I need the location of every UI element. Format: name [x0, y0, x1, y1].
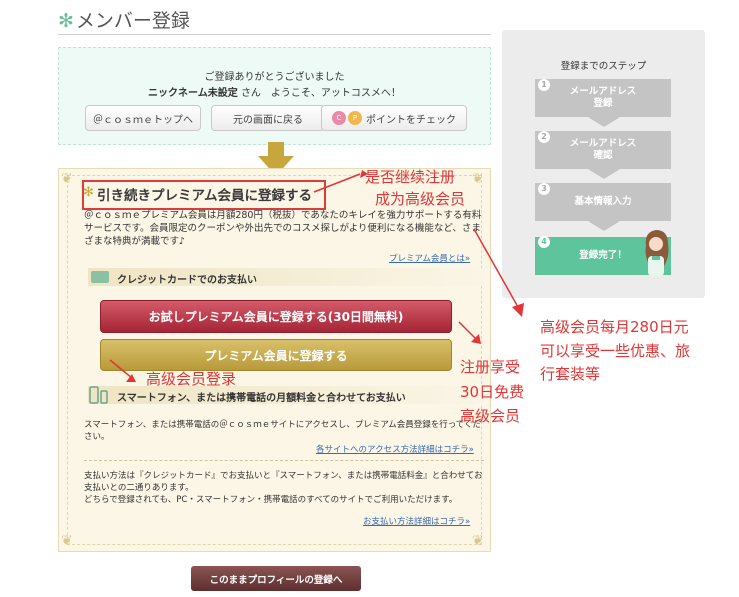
annotation-continue-2: 成为高级会员 — [375, 190, 466, 208]
title-star-icon: ✻ — [58, 10, 74, 32]
page-title: ✻ メンバー登録 — [58, 6, 190, 33]
premium-description: ＠ｃｏｓｍｅプレミアム会員は月額280円（税抜）であなたのキレイを強力サポートす… — [84, 210, 482, 247]
smartphone-icon — [89, 386, 108, 404]
phone-payment-label: スマートフォン、または携帯電話の月額料金と合わせてお支払い — [117, 393, 406, 404]
corner-ornament-icon: ❦ — [472, 533, 484, 549]
annotation-arrow-icon — [109, 359, 136, 382]
step-number: 3 — [538, 183, 550, 195]
annotation-arrow-icon — [473, 228, 524, 317]
welcome-greeting-text: さん ようこそ、アットコスメへ！ — [240, 88, 401, 99]
check-points-button[interactable]: C P ポイントをチェック — [321, 105, 467, 131]
mascot-girl-icon — [645, 230, 669, 276]
welcome-box: ご登録ありがとうございました ニックネーム未設定 さん ようこそ、アットコスメへ… — [58, 47, 491, 145]
annotation-trial-1: 注册享受 — [460, 358, 521, 376]
step-arrow-icon — [588, 221, 620, 231]
welcome-greeting: ニックネーム未設定 さん ようこそ、アットコスメへ！ — [59, 84, 490, 99]
title-divider — [58, 34, 491, 35]
annotation-monthly-2: 可以享受一些优惠、旅 — [540, 342, 691, 360]
step-label: メールアドレス — [569, 138, 637, 149]
step-email-confirmation: メールアドレス 確認 — [535, 131, 671, 169]
annotation-monthly-3: 行套装等 — [540, 365, 601, 383]
step-label: メールアドレス — [569, 86, 637, 97]
payment-method-link[interactable]: お支払い方法詳細はコチラ» — [363, 515, 470, 527]
back-to-previous-button[interactable]: 元の画面に戻る — [211, 105, 325, 131]
step-number: 1 — [538, 79, 550, 91]
step-email-registration: メールアドレス 登録 — [535, 79, 671, 117]
step-label: 登録 — [593, 98, 613, 109]
credit-card-label: クレジットカードでのお支払い — [117, 275, 257, 286]
phone-payment-description: スマートフォン、または携帯電話の＠ｃｏｓｍｅサイトにアクセスし、プレミアム会員登… — [84, 420, 482, 442]
page-title-text: メンバー登録 — [75, 10, 190, 32]
step-arrow-icon — [588, 117, 620, 127]
corner-ornament-icon: ❦ — [472, 171, 484, 187]
step-number: 2 — [538, 131, 550, 143]
premium-heading: 引き続きプレミアム会員に登録する — [97, 188, 313, 204]
annotation-login: 高级会员登录 — [146, 370, 237, 388]
annotation-arrow-icon — [313, 170, 368, 193]
step-label: 確認 — [593, 150, 613, 161]
credit-card-icon — [91, 271, 109, 283]
annotation-continue-1: 是否继续注册 — [365, 168, 456, 186]
section-divider — [84, 460, 484, 461]
check-points-label: ポイントをチェック — [366, 114, 456, 126]
coupon-icon: C — [332, 111, 346, 125]
corner-ornament-icon: ❦ — [61, 171, 73, 187]
step-number: 4 — [538, 236, 550, 248]
annotation-arrow-icon — [458, 321, 481, 344]
trial-premium-button[interactable]: お試しプレミアム会員に登録する(30日間無料) — [100, 300, 452, 333]
nickname: ニックネーム未設定 — [148, 88, 238, 99]
step-label: 登録完了！ — [579, 250, 627, 261]
steps-title: 登録までのステップ — [560, 61, 647, 72]
about-premium-link[interactable]: プレミアム会員とは» — [389, 252, 470, 264]
annotation-trial-3: 高级会员 — [460, 407, 521, 425]
heading-star-icon: ✻ — [83, 185, 94, 200]
step-basic-info: 基本情報入力 — [535, 183, 671, 221]
step-label: 基本情報入力 — [574, 196, 632, 207]
payment-description: 支払い方法は『クレジットカード』でお支払いと『スマートフォン、または携帯電話料金… — [84, 470, 484, 506]
payment-description-1: 支払い方法は『クレジットカード』でお支払いと『スマートフォン、または携帯電話料金… — [84, 471, 483, 493]
profile-registration-button[interactable]: このままプロフィールの登録へ — [191, 566, 361, 591]
payment-description-2: どちらで登録されても、PC・スマートフォン・携帯電話のすべてのサイトでご利用いた… — [84, 495, 458, 505]
premium-register-button[interactable]: プレミアム会員に登録する — [100, 339, 452, 371]
step-arrow-icon — [588, 169, 620, 179]
welcome-message: ご登録ありがとうございました — [204, 72, 345, 83]
access-method-link[interactable]: 各サイトへのアクセス方法詳細はコチラ» — [316, 443, 474, 455]
points-icon: P — [348, 111, 362, 125]
cosme-top-button[interactable]: ＠ｃｏｓｍｅトップへ — [85, 105, 201, 131]
corner-ornament-icon: ❦ — [61, 533, 73, 549]
annotation-trial-2: 30日免费 — [460, 383, 525, 401]
annotation-monthly-1: 高级会员每月280日元 — [540, 318, 689, 336]
